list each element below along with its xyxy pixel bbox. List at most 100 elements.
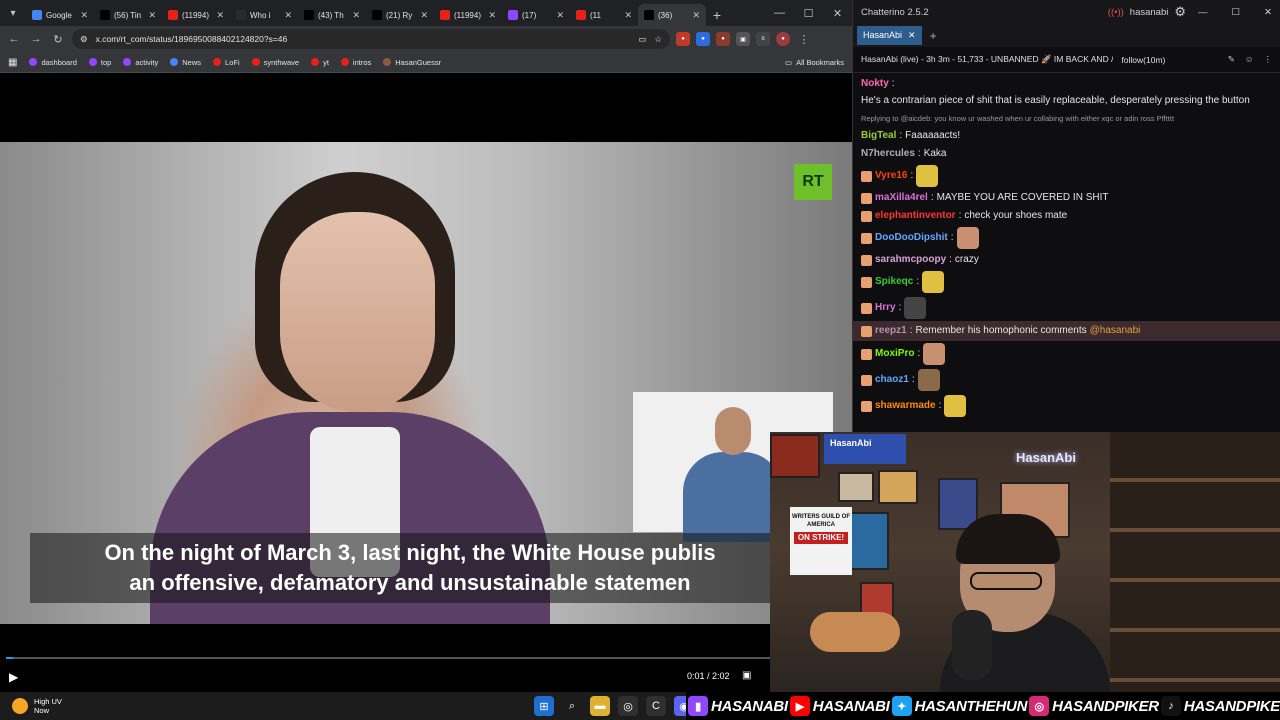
extension-icon[interactable]: ● — [716, 32, 730, 46]
browser-tab[interactable]: (17) ✕ — [502, 4, 570, 26]
chat-username[interactable]: MoxiPro — [875, 347, 914, 361]
bookmark-item[interactable]: top — [88, 58, 111, 67]
bookmark-item[interactable]: activity — [123, 58, 158, 67]
chat-tab-hasanabi[interactable]: HasanAbi ✕ — [857, 26, 922, 45]
chat-mention[interactable]: @hasanabi — [1090, 324, 1141, 338]
close-tab-icon[interactable]: ✕ — [556, 10, 564, 21]
close-tab-icon[interactable]: ✕ — [80, 10, 88, 21]
chat-username[interactable]: Hrry — [875, 301, 896, 315]
play-icon[interactable]: ▶ — [9, 670, 18, 684]
bookmark-item[interactable]: HasanGuessr — [383, 58, 441, 67]
chat-message[interactable]: Replying to @aicdeb: you know ur washed … — [861, 110, 1272, 145]
tab-search-icon[interactable]: ▾ — [0, 0, 26, 26]
close-window-icon[interactable]: ✕ — [1264, 7, 1272, 18]
browser-tab[interactable]: Google ✕ — [26, 4, 94, 26]
chat-username[interactable]: N7hercules — [861, 147, 915, 161]
browser-tab[interactable]: (21) Ry ✕ — [366, 4, 434, 26]
video-progress-bar[interactable] — [6, 657, 846, 659]
forward-icon[interactable]: → — [28, 31, 44, 47]
browser-tab[interactable]: (11994) ✕ — [434, 4, 502, 26]
all-bookmarks-button[interactable]: ▭ All Bookmarks — [785, 58, 844, 67]
close-tab-icon[interactable]: ✕ — [352, 10, 360, 21]
file-explorer-icon[interactable]: ▬ — [590, 696, 610, 716]
chat-message[interactable]: Hrry: — [861, 295, 1272, 321]
back-icon[interactable]: ← — [6, 31, 22, 47]
bookmark-item[interactable]: LoFi — [213, 58, 240, 67]
close-tab-icon[interactable]: ✕ — [624, 10, 632, 21]
chat-username[interactable]: BigTeal — [861, 129, 896, 143]
more-icon[interactable]: ⋮ — [1264, 54, 1273, 65]
browser-tab[interactable]: (56) Tin ✕ — [94, 4, 162, 26]
chat-message[interactable]: N7hercules: Kaka — [861, 145, 1272, 163]
address-bar[interactable]: ⚙ x.com/rt_com/status/189695008840212482… — [72, 29, 670, 49]
chatterino-icon[interactable]: C — [646, 696, 666, 716]
chat-username[interactable]: DooDooDipshit — [875, 231, 948, 245]
close-tab-icon[interactable]: ✕ — [488, 10, 496, 21]
browser-tab[interactable]: (36) ✕ — [638, 4, 706, 26]
settings-gear-icon[interactable]: ⚙ — [1174, 4, 1186, 20]
site-info-icon[interactable]: ⚙ — [80, 34, 88, 45]
maximize-icon[interactable]: ☐ — [1232, 7, 1241, 18]
pencil-icon[interactable]: ✎ — [1228, 54, 1235, 65]
chat-username[interactable]: shawarmade — [875, 399, 936, 413]
apps-grid-icon[interactable]: ▦ — [8, 57, 17, 68]
bookmark-star-icon[interactable]: ☆ — [654, 34, 662, 45]
chat-message[interactable]: Spikeqc: — [861, 269, 1272, 295]
reload-icon[interactable]: ↻ — [50, 31, 66, 47]
chat-message[interactable]: sarahmcpoopy: crazy — [861, 251, 1272, 269]
chat-message[interactable]: elephantinventor: check your shoes mate — [861, 207, 1272, 225]
chrome-icon[interactable]: ◎ — [618, 696, 638, 716]
emote-icon[interactable] — [944, 395, 967, 417]
chat-username[interactable]: elephantinventor — [875, 209, 956, 223]
bookmark-item[interactable]: intros — [340, 58, 371, 67]
profile-avatar[interactable]: ● — [776, 32, 790, 46]
add-tab-button[interactable]: + — [930, 29, 937, 43]
emote-icon[interactable] — [922, 271, 945, 293]
chat-username[interactable]: Spikeqc — [875, 275, 913, 289]
new-tab-button[interactable]: + — [706, 4, 728, 26]
browser-menu-icon[interactable]: ⋮ — [796, 31, 812, 47]
video-player[interactable]: RT On the night of March 3, last night, … — [0, 142, 852, 624]
browser-tab[interactable]: (11 ✕ — [570, 4, 638, 26]
emote-icon[interactable] — [923, 343, 946, 365]
chat-message[interactable]: Nokty: He's a contrarian piece of shit th… — [861, 75, 1272, 110]
extensions-puzzle-icon[interactable]: ▣ — [736, 32, 750, 46]
minimize-icon[interactable]: — — [765, 0, 794, 26]
users-icon[interactable]: ☺ — [1245, 54, 1254, 65]
chat-message[interactable]: maXilla4rel: MAYBE YOU ARE COVERED IN SHI… — [861, 189, 1272, 207]
emote-icon[interactable] — [917, 369, 940, 391]
weather-widget[interactable]: High UV Now — [0, 697, 62, 715]
emote-icon[interactable] — [956, 227, 979, 249]
browser-tab[interactable]: Who i ✕ — [230, 4, 298, 26]
chat-username[interactable]: chaoz1 — [875, 373, 909, 387]
bookmark-item[interactable]: synthwave — [251, 58, 299, 67]
emote-icon[interactable] — [916, 165, 939, 187]
close-tab-icon[interactable]: ✕ — [148, 10, 156, 21]
bookmark-item[interactable]: News — [170, 58, 201, 67]
cast-icon[interactable]: ▭ — [638, 34, 646, 45]
account-switcher[interactable]: ((•)) hasanabi ⚙ — [1108, 4, 1186, 20]
bookmark-item[interactable]: dashboard — [29, 58, 77, 67]
chat-message[interactable]: Vyre16: — [861, 163, 1272, 189]
url-text[interactable]: x.com/rt_com/status/1896950088402124820?… — [96, 34, 631, 44]
minimize-icon[interactable]: — — [1198, 7, 1208, 18]
captions-icon[interactable]: ▣ — [742, 670, 751, 681]
emote-icon[interactable] — [904, 297, 927, 319]
browser-tab[interactable]: (11994) ✕ — [162, 4, 230, 26]
bookmark-item[interactable]: yt — [311, 58, 329, 67]
chat-message[interactable]: shawarmade: — [861, 393, 1272, 419]
close-tab-icon[interactable]: ✕ — [284, 10, 292, 21]
chat-message[interactable]: reepz1: Remember his homophonic comments @… — [853, 321, 1280, 341]
chat-username[interactable]: reepz1 — [875, 324, 907, 338]
chat-username[interactable]: sarahmcpoopy — [875, 253, 946, 267]
windows-start-icon[interactable]: ⊞ — [534, 696, 554, 716]
close-window-icon[interactable]: ✕ — [823, 0, 852, 26]
chat-username[interactable]: Nokty — [861, 77, 889, 91]
chat-message[interactable]: chaoz1: — [861, 367, 1272, 393]
close-tab-icon[interactable]: ✕ — [908, 30, 916, 41]
extension-icon[interactable]: ● — [696, 32, 710, 46]
media-icon[interactable]: ≡ — [756, 32, 770, 46]
chat-username[interactable]: Vyre16 — [875, 169, 907, 183]
chat-username[interactable]: maXilla4rel — [875, 191, 928, 205]
maximize-icon[interactable]: ☐ — [794, 0, 823, 26]
